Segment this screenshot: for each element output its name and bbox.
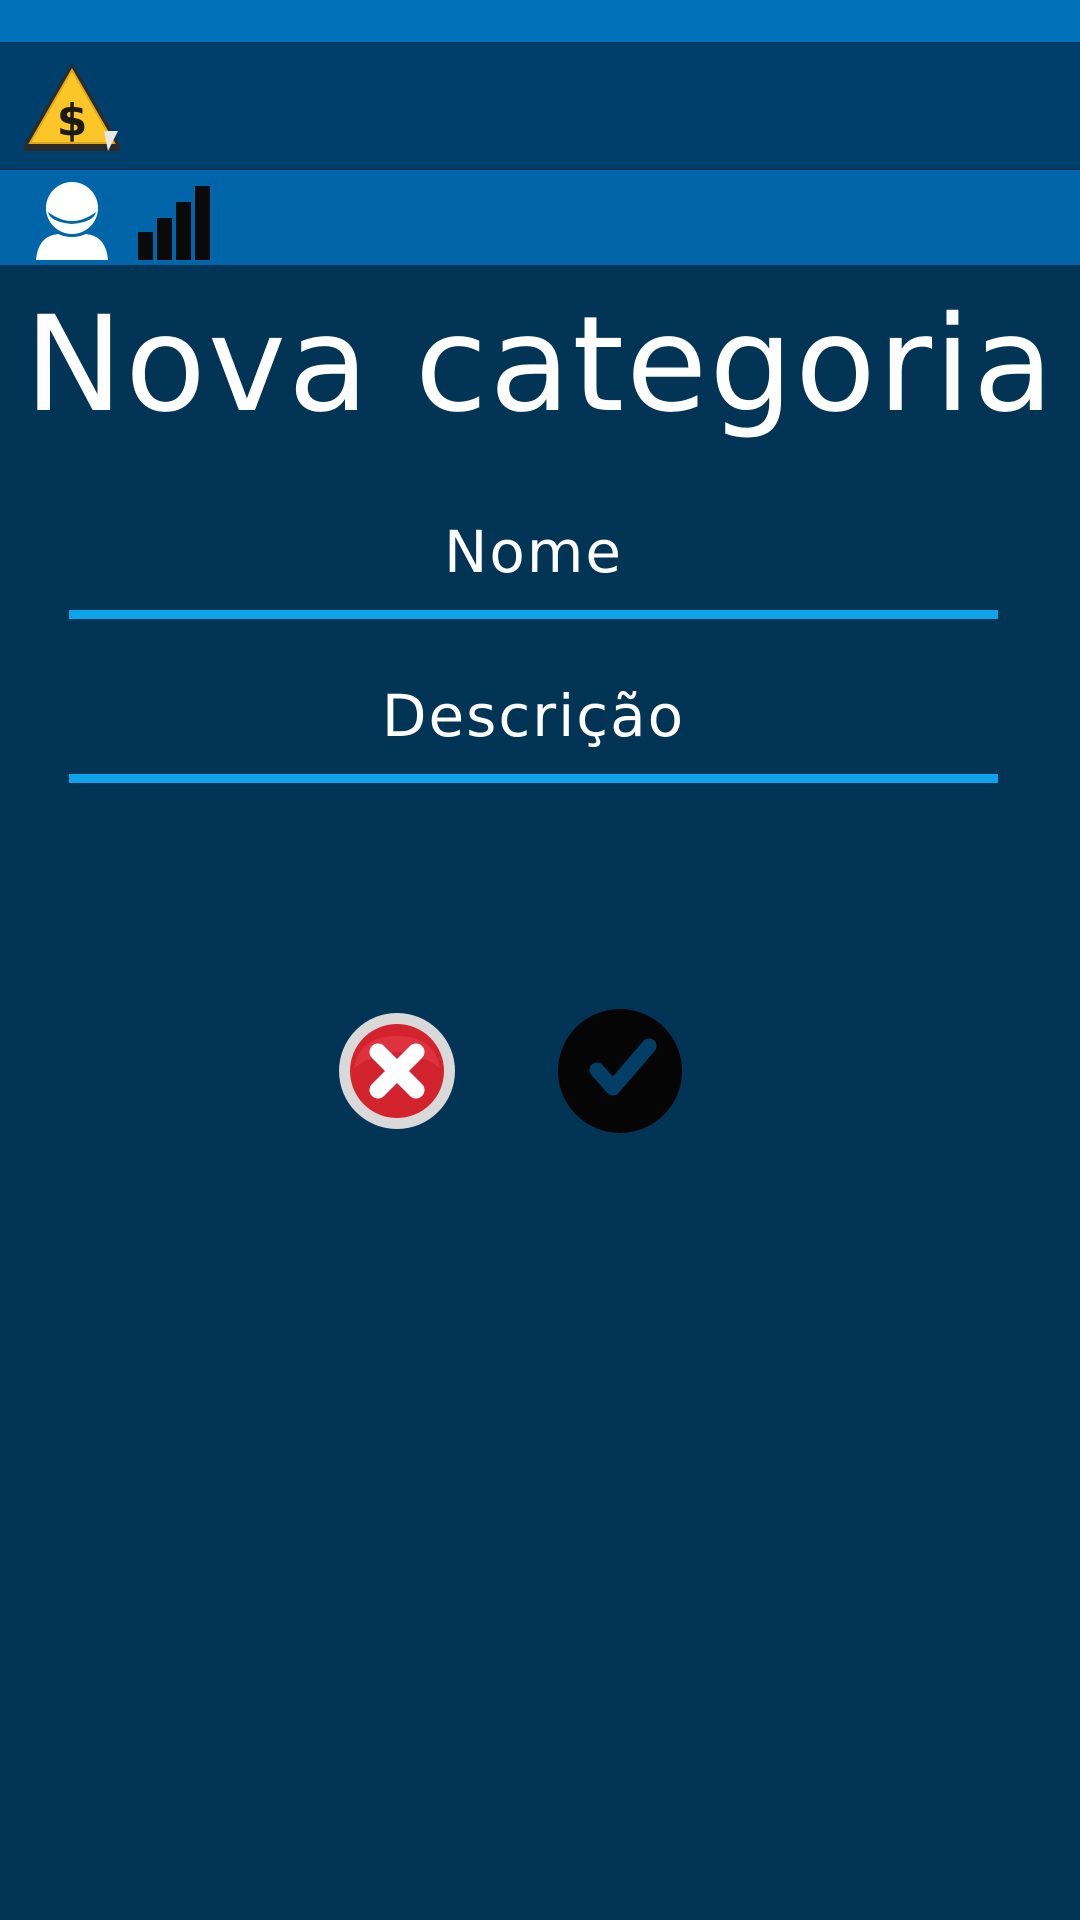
nome-field — [69, 502, 998, 622]
cancel-button[interactable] — [338, 1012, 456, 1130]
svg-text:$: $ — [57, 95, 88, 146]
confirm-check-icon — [558, 1009, 682, 1133]
dollar-warning-sign-icon: $ — [23, 63, 121, 151]
confirm-button[interactable] — [557, 1008, 683, 1134]
signal-bars-icon[interactable] — [134, 178, 214, 260]
status-bar — [0, 0, 1080, 42]
user-icon[interactable] — [32, 178, 112, 260]
toolbar — [0, 170, 1080, 265]
nome-underline — [69, 610, 998, 619]
descricao-field — [69, 666, 998, 786]
nome-input[interactable] — [69, 502, 998, 602]
app-header: $ — [0, 42, 1080, 170]
descricao-underline — [69, 774, 998, 783]
page-title: Nova categoria — [24, 288, 1056, 442]
cancel-x-icon — [339, 1013, 455, 1129]
descricao-input[interactable] — [69, 666, 998, 766]
